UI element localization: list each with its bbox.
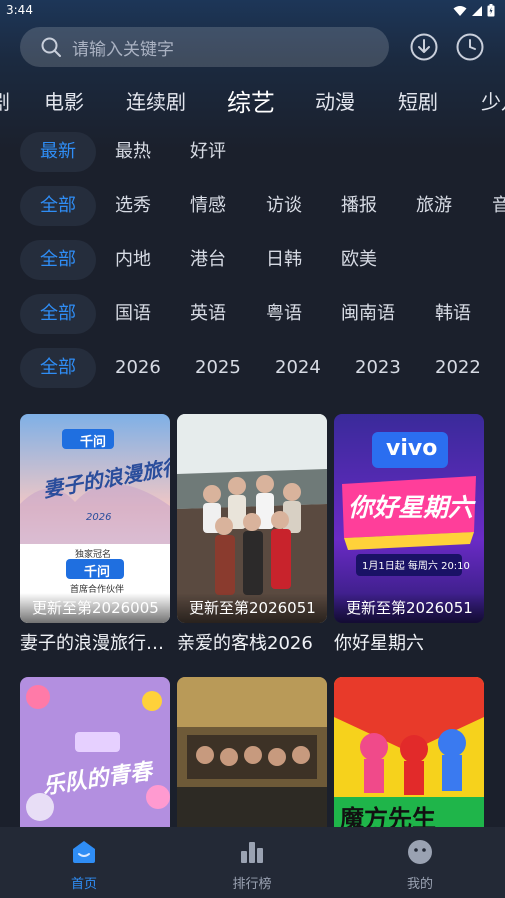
- profile-icon: [408, 840, 432, 864]
- tab-profile[interactable]: 我的: [360, 827, 480, 898]
- home-icon: [73, 841, 95, 863]
- tab-profile-label: 我的: [406, 877, 433, 892]
- filter-year-option[interactable]: 2023: [355, 348, 401, 388]
- filter-language-option[interactable]: 英语: [190, 294, 226, 334]
- filter-region-option[interactable]: 内地: [115, 240, 151, 280]
- filter-language-option[interactable]: 韩语: [435, 294, 471, 334]
- search-icon: [41, 37, 61, 57]
- filter-region-option[interactable]: 日韩: [266, 240, 302, 280]
- show-card[interactable]: 乐队的青春: [20, 677, 170, 827]
- filter-language-option[interactable]: 闽南语: [341, 294, 395, 334]
- show-poster: [177, 677, 327, 827]
- filter-type-option[interactable]: 旅游: [416, 186, 452, 226]
- filter-sort-rated[interactable]: 好评: [190, 132, 226, 172]
- poster-title-text: 魔方先生: [340, 805, 436, 827]
- status-time: 3:44: [6, 3, 33, 17]
- poster-title-text: 你好星期六: [348, 493, 474, 522]
- search-input[interactable]: 请输入关键字: [20, 27, 389, 67]
- filter-type-option[interactable]: 音乐: [492, 186, 505, 226]
- filter-row-region: 全部 内地 港台 日韩 欧美: [0, 240, 505, 282]
- show-card[interactable]: 更新至第2026051 亲爱的客栈2026: [177, 414, 327, 655]
- episode-badge: 更新至第2026005: [20, 593, 170, 623]
- search-placeholder: 请输入关键字: [72, 39, 174, 60]
- tab-home[interactable]: 首页: [24, 827, 144, 898]
- filter-year-option[interactable]: 2024: [275, 348, 321, 388]
- filter-region-option[interactable]: 欧美: [341, 240, 377, 280]
- show-poster: 千问 妻子的浪漫旅行 2026 独家冠名 千问 首席合作伙伴 更新至第20260…: [20, 414, 170, 623]
- filter-year-option[interactable]: 2022: [435, 348, 481, 388]
- category-tab-anime[interactable]: 动漫: [315, 86, 355, 115]
- filter-row-language: 全部 国语 英语 粤语 闽南语 韩语: [0, 294, 505, 336]
- poster-art: [20, 677, 170, 827]
- category-tab-short[interactable]: 短剧: [398, 86, 438, 115]
- filter-row-sort: 最新 最热 好评: [0, 132, 505, 174]
- chart-icon: [241, 842, 263, 863]
- filter-region-all[interactable]: 全部: [20, 240, 96, 280]
- filter-language-all[interactable]: 全部: [20, 294, 96, 334]
- poster-sponsor-logo: 千问: [84, 565, 111, 580]
- filter-year-option[interactable]: 2025: [195, 348, 241, 388]
- poster-schedule-text: 1月1日起 每周六 20:10: [362, 561, 470, 572]
- signal-icon: [472, 5, 482, 16]
- category-tab-kids[interactable]: 少儿: [481, 86, 505, 115]
- show-card[interactable]: 千问 妻子的浪漫旅行 2026 独家冠名 千问 首席合作伙伴 更新至第20260…: [20, 414, 170, 655]
- filter-type-option[interactable]: 情感: [190, 186, 226, 226]
- poster-year-text: 2026: [86, 512, 112, 523]
- show-poster: 乐队的青春: [20, 677, 170, 827]
- history-icon[interactable]: [456, 33, 484, 61]
- tab-ranking[interactable]: 排行榜: [192, 827, 312, 898]
- filter-type-option[interactable]: 播报: [341, 186, 377, 226]
- poster-art: [177, 677, 327, 827]
- show-poster: 更新至第2026051: [177, 414, 327, 623]
- wifi-icon: [453, 5, 467, 16]
- show-title: 你好星期六: [334, 633, 424, 654]
- bottom-tab-bar: 首页 排行榜 我的: [0, 827, 505, 898]
- download-icon[interactable]: [410, 33, 438, 61]
- filter-year-option[interactable]: 2026: [115, 348, 161, 388]
- episode-badge: 更新至第2026051: [334, 593, 484, 623]
- show-title: 亲爱的客栈2026: [177, 633, 313, 654]
- show-poster: vivo 你好星期六 1月1日起 每周六 20:10 更新至第2026051: [334, 414, 484, 623]
- category-tab-series[interactable]: 连续剧: [126, 86, 186, 115]
- filter-language-option[interactable]: 粤语: [266, 294, 302, 334]
- screen: 3:44 请输入关键字 剧 电影 连续剧 综艺 动漫 短剧 少儿 最新 最热 好…: [0, 0, 505, 898]
- show-card[interactable]: [177, 677, 327, 827]
- category-tab-0[interactable]: 剧: [0, 86, 10, 115]
- poster-sponsor-label: 独家冠名: [75, 550, 112, 560]
- show-card[interactable]: vivo 你好星期六 1月1日起 每周六 20:10 更新至第2026051 你…: [334, 414, 484, 655]
- filter-sort-latest[interactable]: 最新: [20, 132, 96, 172]
- poster-art: [177, 414, 327, 623]
- show-title: 妻子的浪漫旅行…: [20, 633, 164, 654]
- poster-logo-text: 千问: [80, 435, 107, 450]
- filter-row-type: 全部 选秀 情感 访谈 播报 旅游 音乐: [0, 186, 505, 228]
- status-icons: [453, 4, 495, 17]
- filter-row-year: 全部 2026 2025 2024 2023 2022: [0, 348, 505, 390]
- filter-type-option[interactable]: 访谈: [266, 186, 302, 226]
- show-poster: 魔方先生: [334, 677, 484, 827]
- show-card[interactable]: 魔方先生: [334, 677, 484, 827]
- poster-logo-text: vivo: [386, 436, 438, 461]
- category-nav: 剧 电影 连续剧 综艺 动漫 短剧 少儿: [0, 78, 505, 122]
- filter-region-option[interactable]: 港台: [190, 240, 226, 280]
- filter-sort-hot[interactable]: 最热: [115, 132, 151, 172]
- filter-type-all[interactable]: 全部: [20, 186, 96, 226]
- category-tab-movie[interactable]: 电影: [44, 86, 84, 115]
- filter-type-option[interactable]: 选秀: [115, 186, 151, 226]
- filter-year-all[interactable]: 全部: [20, 348, 96, 388]
- tab-ranking-label: 排行榜: [232, 877, 272, 892]
- status-bar: 3:44: [0, 0, 505, 22]
- filter-language-option[interactable]: 国语: [115, 294, 151, 334]
- battery-icon: [487, 4, 495, 17]
- tab-home-label: 首页: [70, 877, 97, 892]
- episode-badge: 更新至第2026051: [177, 593, 327, 623]
- category-tab-variety[interactable]: 综艺: [227, 83, 275, 118]
